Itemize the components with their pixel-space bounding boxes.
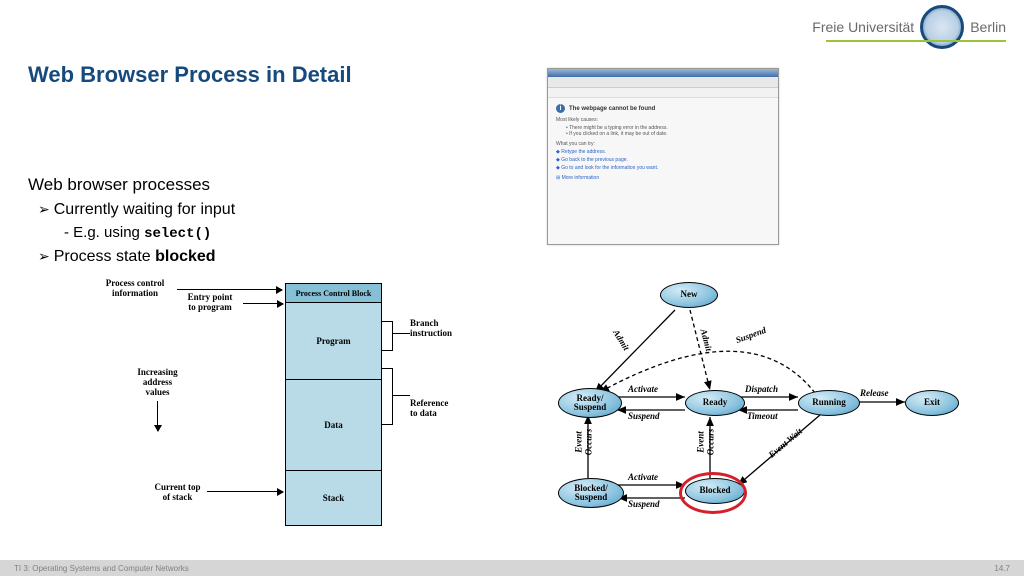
label-entry-point: Entry point to program [180, 293, 240, 313]
blocked-highlight-circle [679, 472, 747, 514]
pcb-memory-diagram: Process control information Entry point … [95, 283, 425, 548]
edge-event-occurs-2: Event Occurs [695, 429, 715, 456]
footer-bar: TI 3: Operating Systems and Computer Net… [0, 560, 1024, 576]
pcb-block-stack: Stack [286, 471, 381, 525]
university-logo: Freie Universität Berlin [812, 5, 1006, 49]
edge-dispatch: Dispatch [745, 384, 778, 394]
state-exit: Exit [905, 390, 959, 416]
university-name-right: Berlin [970, 19, 1006, 35]
footer-left: TI 3: Operating Systems and Computer Net… [14, 564, 189, 573]
state-ready: Ready [685, 390, 745, 416]
label-current-top-stack: Current top of stack [150, 483, 205, 503]
state-new: New [660, 282, 718, 308]
state-blocked-suspend: Blocked/ Suspend [558, 478, 624, 508]
process-state-diagram: New Ready/ Suspend Ready Running Exit Bl… [540, 280, 970, 535]
header-underline [826, 40, 1006, 42]
pcb-block-header: Process Control Block [286, 284, 381, 303]
footer-right: 14.7 [994, 564, 1010, 573]
edge-release: Release [860, 388, 889, 398]
page-title: Web Browser Process in Detail [28, 62, 352, 88]
edge-event-occurs-1: Event Occurs [573, 429, 593, 456]
pcb-stack: Process Control Block Program Data Stack [285, 283, 382, 526]
content-body: Web browser processes Currently waiting … [28, 172, 235, 269]
bullet-state: Process state blocked [38, 245, 235, 269]
browser-window-mock: i The webpage cannot be found Most likel… [547, 68, 779, 245]
edge-suspend-2: Suspend [628, 499, 660, 509]
body-heading: Web browser processes [28, 172, 235, 198]
state-ready-suspend: Ready/ Suspend [558, 388, 622, 418]
pcb-block-data: Data [286, 380, 381, 471]
edge-suspend-1: Suspend [628, 411, 660, 421]
edge-activate-1: Activate [628, 384, 658, 394]
browser-error-title: The webpage cannot be found [569, 106, 655, 112]
university-name-left: Freie Universität [812, 19, 914, 35]
edge-activate-2: Activate [628, 472, 658, 482]
pcb-block-program: Program [286, 303, 381, 380]
info-icon: i [556, 104, 565, 113]
label-reference-data: Reference to data [410, 399, 465, 419]
edge-timeout: Timeout [747, 411, 778, 421]
bullet-select: E.g. using select() [64, 222, 235, 245]
state-running: Running [798, 390, 860, 416]
label-increasing-address: Increasing address values [130, 368, 185, 398]
label-process-control-info: Process control information [95, 279, 175, 299]
label-branch-instruction: Branch instruction [410, 319, 465, 339]
university-seal-icon [920, 5, 964, 49]
bullet-waiting: Currently waiting for input [38, 198, 235, 222]
